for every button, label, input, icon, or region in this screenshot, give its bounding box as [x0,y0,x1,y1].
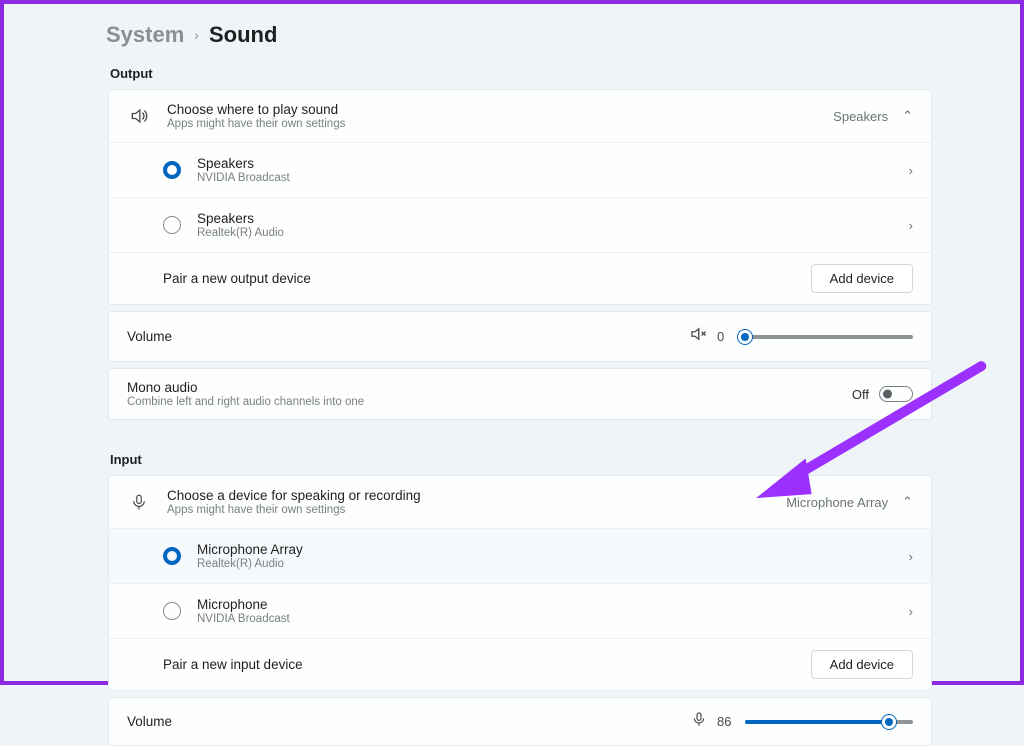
chevron-right-icon[interactable]: › [909,163,913,178]
speaker-muted-icon[interactable] [689,325,707,348]
add-output-device-button[interactable]: Add device [811,264,913,293]
breadcrumb: System › Sound [106,22,932,48]
output-volume-slider[interactable] [745,335,913,339]
output-volume-label: Volume [127,329,172,344]
input-volume-label: Volume [127,714,172,729]
input-device-row[interactable]: Microphone Array Realtek(R) Audio › [109,529,931,584]
device-name: Speakers [197,156,895,171]
device-name: Microphone Array [197,542,895,557]
microphone-icon [127,493,151,511]
add-input-device-button[interactable]: Add device [811,650,913,679]
mono-audio-row[interactable]: Mono audio Combine left and right audio … [109,369,931,419]
chevron-right-icon[interactable]: › [909,604,913,619]
device-name: Microphone [197,597,895,612]
device-name: Speakers [197,211,895,226]
chevron-right-icon[interactable]: › [909,549,913,564]
output-header-title: Choose where to play sound [167,102,833,117]
mono-audio-card: Mono audio Combine left and right audio … [108,368,932,420]
input-device-row[interactable]: Microphone NVIDIA Broadcast › [109,584,931,639]
speaker-icon [127,106,151,126]
device-provider: Realtek(R) Audio [197,558,895,570]
output-card: Choose where to play sound Apps might ha… [108,89,932,305]
input-volume-row: Volume 86 [109,698,931,745]
radio-unselected[interactable] [163,216,181,234]
microphone-icon[interactable] [691,711,707,732]
breadcrumb-current: Sound [209,22,277,48]
mono-title: Mono audio [127,380,852,395]
breadcrumb-parent[interactable]: System [106,22,184,48]
output-header-subtitle: Apps might have their own settings [167,118,833,130]
output-device-row[interactable]: Speakers Realtek(R) Audio › [109,198,931,253]
output-header-row[interactable]: Choose where to play sound Apps might ha… [109,90,931,143]
output-volume-row: Volume 0 [109,312,931,361]
chevron-up-icon[interactable]: ⌃ [902,108,913,124]
output-volume-value: 0 [717,329,735,344]
input-summary: Microphone Array [786,495,888,510]
input-volume-card: Volume 86 [108,697,932,746]
radio-selected[interactable] [163,547,181,565]
input-volume-value: 86 [717,714,735,729]
chevron-right-icon[interactable]: › [909,218,913,233]
mono-toggle[interactable] [879,386,913,402]
mono-subtitle: Combine left and right audio channels in… [127,396,852,408]
input-section-title: Input [110,452,932,467]
chevron-right-icon: › [194,27,199,43]
output-volume-card: Volume 0 [108,311,932,362]
output-summary: Speakers [833,109,888,124]
pair-output-label: Pair a new output device [163,271,311,286]
device-provider: NVIDIA Broadcast [197,613,895,625]
pair-input-row: Pair a new input device Add device [109,639,931,690]
output-device-row[interactable]: Speakers NVIDIA Broadcast › [109,143,931,198]
device-provider: Realtek(R) Audio [197,227,895,239]
radio-unselected[interactable] [163,602,181,620]
input-card: Choose a device for speaking or recordin… [108,475,932,691]
input-header-title: Choose a device for speaking or recordin… [167,488,786,503]
input-header-subtitle: Apps might have their own settings [167,504,786,516]
output-section-title: Output [110,66,932,81]
device-provider: NVIDIA Broadcast [197,172,895,184]
chevron-up-icon[interactable]: ⌃ [902,494,913,510]
mono-state: Off [852,387,869,402]
input-header-row[interactable]: Choose a device for speaking or recordin… [109,476,931,529]
radio-selected[interactable] [163,161,181,179]
input-volume-slider[interactable] [745,720,913,724]
pair-input-label: Pair a new input device [163,657,303,672]
pair-output-row: Pair a new output device Add device [109,253,931,304]
